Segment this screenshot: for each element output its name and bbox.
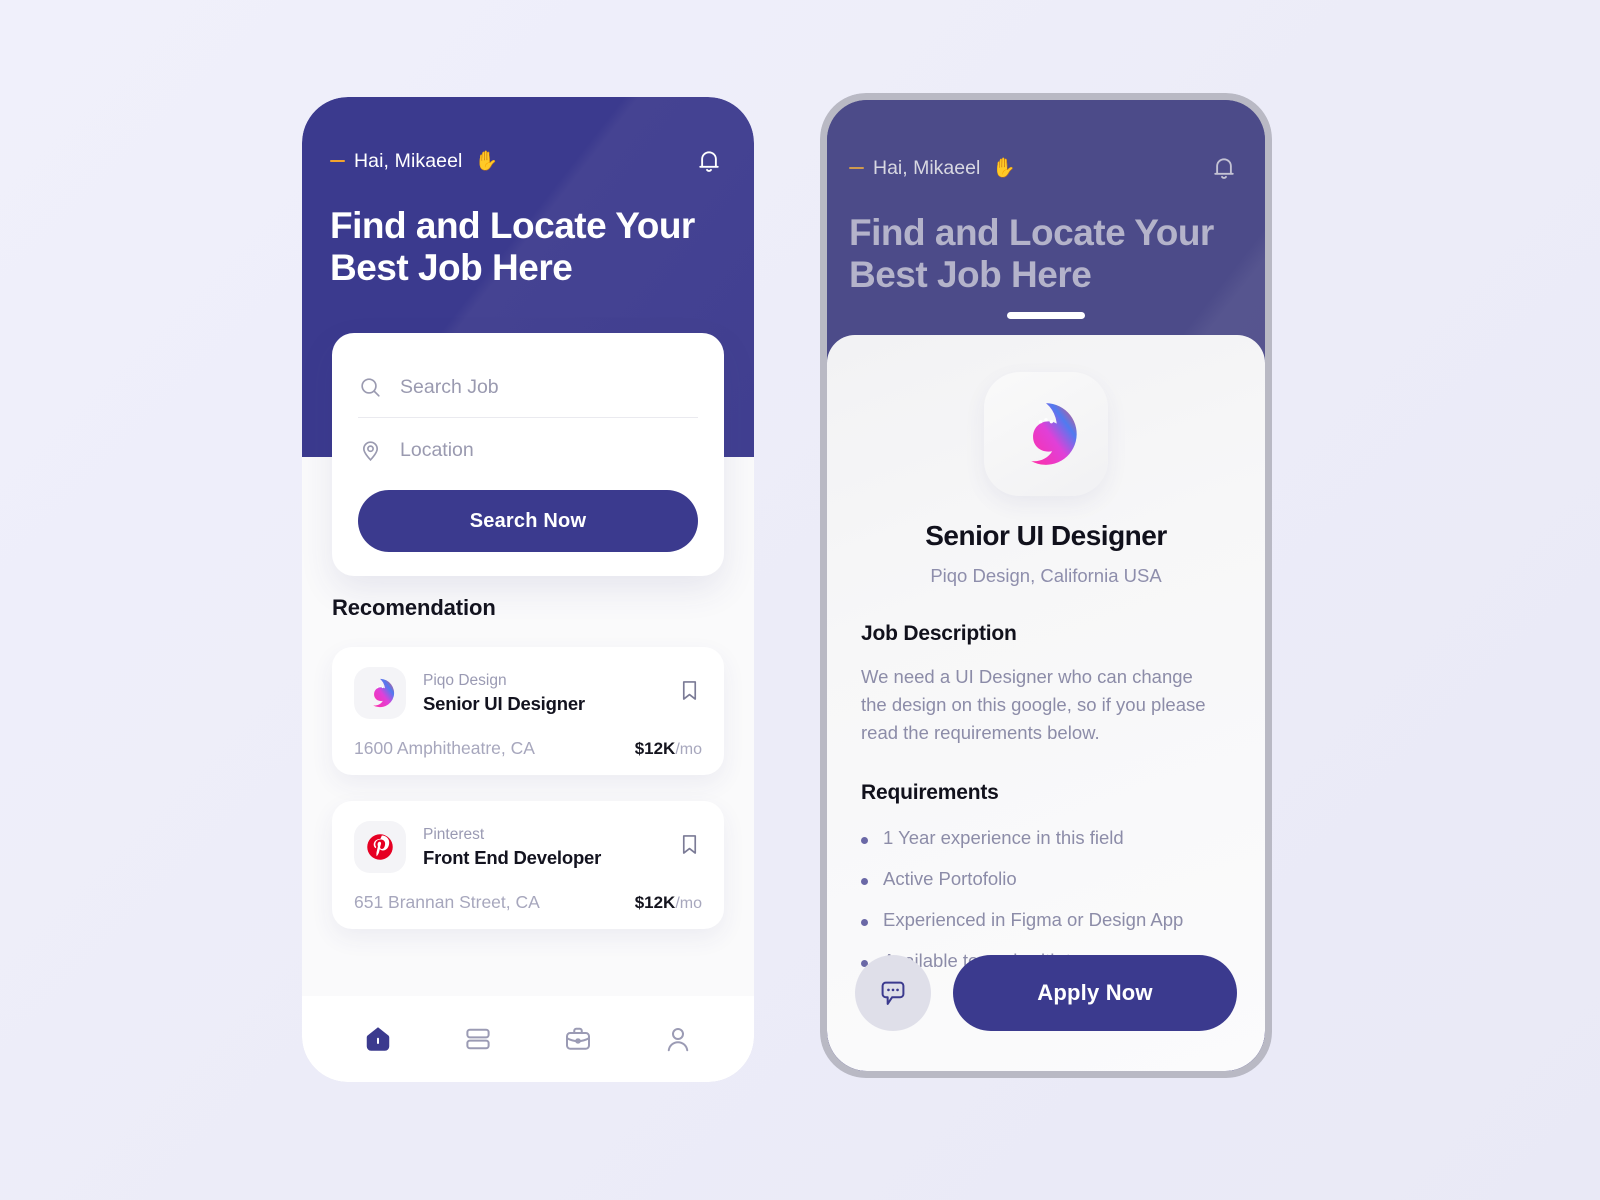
job-description-body: We need a UI Designer who can change the… (861, 666, 1206, 744)
bookmark-icon[interactable] (677, 677, 702, 709)
page-title: Find and Locate Your Best Job Here (330, 205, 695, 289)
search-now-button[interactable]: Search Now (358, 490, 698, 552)
recommendation-heading: Recomendation (332, 595, 496, 620)
greeting-block: Hai, Mikaeel ✋ (330, 149, 498, 173)
bullet-dot-icon (861, 837, 868, 844)
search-icon (361, 377, 380, 397)
piqo-peacock-logo-icon (984, 372, 1108, 496)
home-icon (366, 1027, 390, 1051)
job-role-title: Senior UI Designer (423, 692, 585, 714)
canvas: Hai, Mikaeel ✋ Find and Locate Your Best… (0, 0, 1600, 1200)
job-list: Piqo Design Senior UI Designer 1600 Amph… (332, 647, 724, 955)
requirements-heading: Requirements (861, 781, 999, 804)
greeting-text: Hai, Mikaeel (354, 149, 463, 172)
bullet-dot-icon (861, 919, 868, 926)
phone-job-detail-screen: Hai, Mikaeel ✋ Find and Locate Your Best… (820, 93, 1272, 1078)
map-pin-icon (362, 440, 379, 461)
job-card-footer: 1600 Amphitheatre, CA $12K/mo (354, 738, 702, 759)
greeting-dash-icon (849, 167, 864, 169)
person-icon (667, 1028, 689, 1052)
bell-icon[interactable] (1209, 152, 1239, 184)
greeting-block: Hai, Mikaeel ✋ (849, 156, 1016, 180)
location-field[interactable]: Location (358, 424, 698, 476)
location-placeholder: Location (400, 438, 474, 461)
job-address: 1600 Amphitheatre, CA (354, 738, 535, 758)
home-topbar: Hai, Mikaeel ✋ (330, 145, 724, 177)
nav-item-home[interactable] (355, 1016, 401, 1062)
job-detail-title: Senior UI Designer (925, 520, 1167, 551)
waving-hand-icon: ✋ (992, 158, 1016, 179)
list-rows-icon (466, 1028, 490, 1050)
job-salary-amount: $12K (634, 738, 676, 758)
piqo-peacock-logo-icon (354, 667, 406, 719)
job-card-footer: 651 Brannan Street, CA $12K/mo (354, 892, 702, 913)
bottom-navigation (302, 996, 754, 1082)
requirement-text: Experienced in Figma or Design App (883, 909, 1184, 930)
waving-hand-icon: ✋ (474, 151, 499, 172)
job-role-title: Front End Developer (423, 846, 602, 868)
phone-two-body: Hai, Mikaeel ✋ Find and Locate Your Best… (827, 100, 1265, 1071)
greeting-text: Hai, Mikaeel (873, 156, 981, 179)
requirement-text: 1 Year experience in this field (883, 827, 1124, 848)
page-title: Find and Locate Your Best Job Here (849, 212, 1214, 296)
job-salary: $12K/mo (635, 893, 702, 913)
search-job-placeholder: Search Job (400, 375, 499, 398)
requirement-item: Experienced in Figma or Design App (861, 909, 1235, 931)
bullet-dot-icon (861, 878, 868, 885)
bookmark-icon[interactable] (677, 831, 702, 863)
requirement-text: Active Portofolio (883, 868, 1017, 889)
job-card-header: Piqo Design Senior UI Designer (354, 667, 702, 719)
nav-item-profile[interactable] (655, 1016, 701, 1062)
search-job-field[interactable]: Search Job (358, 361, 698, 413)
job-card[interactable]: Pinterest Front End Developer 651 Branna… (332, 801, 724, 929)
job-card-meta: Pinterest Front End Developer (423, 826, 660, 869)
phone-one-body: Hai, Mikaeel ✋ Find and Locate Your Best… (302, 97, 754, 1082)
job-detail-sheet: Senior UI Designer Piqo Design, Californ… (827, 335, 1265, 1071)
job-salary-period: /mo (675, 894, 702, 912)
detail-topbar: Hai, Mikaeel ✋ (849, 152, 1239, 184)
greeting-dash-icon (330, 160, 345, 162)
nav-item-feed[interactable] (455, 1016, 501, 1062)
nav-item-jobs[interactable] (555, 1016, 601, 1062)
search-card: Search Job Location Search Now (332, 333, 724, 576)
job-salary: $12K/mo (635, 739, 702, 759)
phone-home-screen: Hai, Mikaeel ✋ Find and Locate Your Best… (302, 97, 754, 1082)
bell-icon[interactable] (694, 145, 724, 177)
job-salary-period: /mo (675, 740, 702, 758)
job-card-meta: Piqo Design Senior UI Designer (423, 672, 660, 715)
briefcase-icon (566, 1027, 591, 1050)
field-divider (358, 417, 698, 418)
apply-now-button[interactable]: Apply Now (953, 955, 1237, 1031)
requirement-item: 1 Year experience in this field (861, 827, 1235, 849)
job-card-header: Pinterest Front End Developer (354, 821, 702, 873)
job-card[interactable]: Piqo Design Senior UI Designer 1600 Amph… (332, 647, 724, 775)
pinterest-logo-icon (354, 821, 406, 873)
sheet-drag-handle[interactable] (1007, 312, 1085, 319)
chat-bubble-icon (881, 981, 905, 1005)
job-company-name: Pinterest (423, 825, 485, 843)
requirement-item: Active Portofolio (861, 868, 1235, 890)
job-salary-amount: $12K (634, 892, 676, 912)
detail-action-bar: Apply Now (855, 955, 1237, 1031)
chat-button[interactable] (855, 955, 931, 1031)
job-description-heading: Job Description (861, 622, 1017, 645)
job-address: 651 Brannan Street, CA (354, 892, 540, 912)
job-detail-subtitle: Piqo Design, California USA (930, 565, 1162, 586)
job-company-name: Piqo Design (423, 671, 507, 689)
